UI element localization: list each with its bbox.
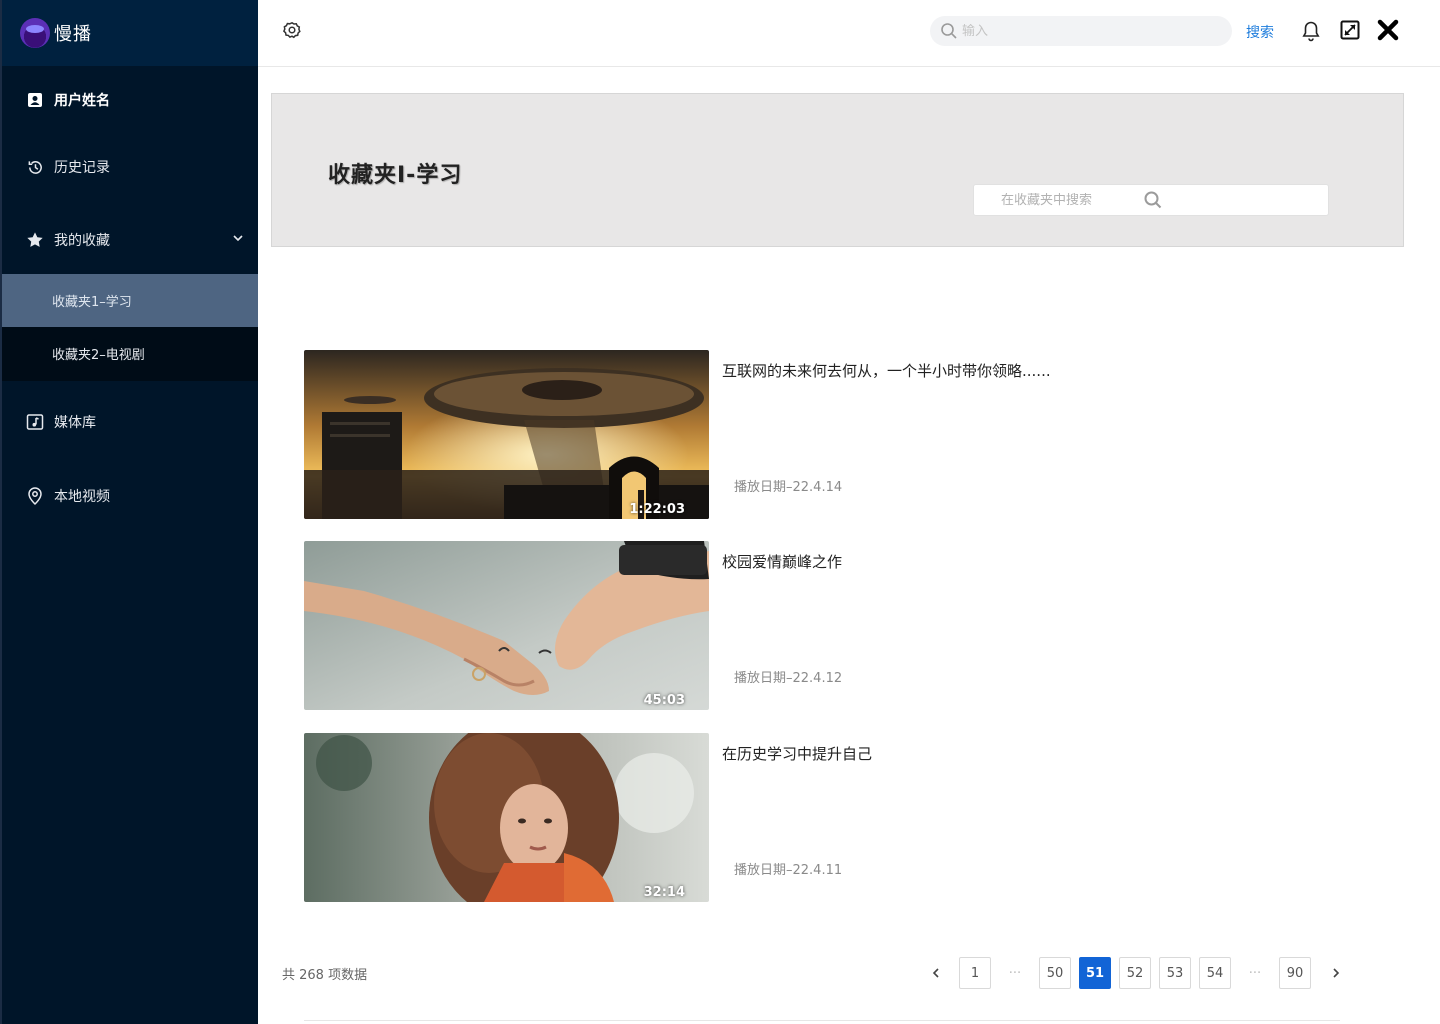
current-page-button[interactable]: 51 — [1079, 957, 1111, 989]
next-page-button[interactable] — [1320, 957, 1352, 989]
video-duration: 45:03 — [643, 693, 685, 708]
folder-banner: 收藏夹I-学习 — [271, 93, 1404, 247]
sidebar-item-label: 媒体库 — [54, 415, 96, 431]
video-thumbnail[interactable]: 32:14 — [304, 733, 709, 902]
video-duration: 32:14 — [643, 885, 685, 900]
user-card-icon — [26, 91, 44, 109]
sidebar-item-local[interactable]: 本地视频 — [2, 476, 258, 516]
page-button[interactable]: 53 — [1159, 957, 1191, 989]
search-icon[interactable] — [1143, 190, 1163, 210]
video-play-date: 播放日期–22.4.14 — [734, 480, 843, 495]
sidebar-subitem-favorites-1[interactable]: 收藏夹1–学习 — [2, 274, 258, 327]
total-count: 共 268 项数据 — [282, 968, 368, 983]
chevron-down-icon[interactable] — [232, 232, 244, 248]
video-duration: 1:22:03 — [629, 502, 685, 517]
star-icon — [26, 231, 44, 249]
global-search — [930, 16, 1232, 46]
video-title[interactable]: 互联网的未来何去何从，一个半小时带你领略...... — [722, 360, 1051, 381]
sidebar-item-label: 本地视频 — [54, 489, 110, 505]
sidebar-item-library[interactable]: 媒体库 — [2, 402, 258, 442]
history-icon — [26, 158, 44, 176]
page-button[interactable]: 1 — [959, 957, 991, 989]
music-note-icon — [26, 413, 44, 431]
video-title[interactable]: 校园爱情巅峰之作 — [722, 551, 842, 572]
sidebar-item-favorites[interactable]: 我的收藏 — [2, 220, 258, 260]
favorites-submenu: 收藏夹1–学习 收藏夹2–电视剧 — [2, 274, 258, 381]
close-icon[interactable] — [1376, 18, 1402, 44]
bell-icon[interactable] — [1301, 20, 1323, 42]
location-pin-icon — [26, 487, 44, 505]
page-button[interactable]: 90 — [1279, 957, 1311, 989]
app-logo-icon — [20, 18, 50, 48]
page-ellipsis[interactable]: ··· — [999, 957, 1031, 989]
video-play-date: 播放日期–22.4.12 — [734, 671, 843, 686]
folder-search — [973, 184, 1329, 216]
page-button[interactable]: 52 — [1119, 957, 1151, 989]
search-button[interactable]: 搜索 — [1246, 22, 1274, 42]
search-icon — [940, 22, 958, 40]
sidebar-item-user[interactable]: 用户姓名 — [2, 80, 258, 120]
list-item[interactable]: 1:22:03 互联网的未来何去何从，一个半小时带你领略...... 播放日期–… — [304, 350, 1304, 519]
sidebar-item-label: 历史记录 — [54, 160, 110, 176]
video-title[interactable]: 在历史学习中提升自己 — [722, 743, 872, 764]
pagination: 1 ··· 50 51 52 53 54 ··· 90 — [920, 957, 1352, 989]
sidebar-item-history[interactable]: 历史记录 — [2, 147, 258, 187]
sidebar-subitem-favorites-2[interactable]: 收藏夹2–电视剧 — [2, 327, 258, 380]
list-item[interactable]: 32:14 在历史学习中提升自己 播放日期–22.4.11 — [304, 733, 1304, 902]
page-ellipsis[interactable]: ··· — [1239, 957, 1271, 989]
settings-gear-icon[interactable] — [282, 21, 304, 43]
brand[interactable]: 慢播 — [2, 0, 258, 66]
video-play-date: 播放日期–22.4.11 — [734, 863, 843, 878]
page-button[interactable]: 50 — [1039, 957, 1071, 989]
video-thumbnail[interactable]: 1:22:03 — [304, 350, 709, 519]
divider — [304, 1020, 1340, 1021]
video-thumbnail[interactable]: 45:03 — [304, 541, 709, 710]
app-name: 慢播 — [54, 24, 92, 45]
list-item[interactable]: 45:03 校园爱情巅峰之作 播放日期–22.4.12 — [304, 541, 1304, 710]
top-bar: 搜索 — [258, 0, 1440, 67]
prev-page-button[interactable] — [920, 957, 952, 989]
page-button[interactable]: 54 — [1199, 957, 1231, 989]
search-input[interactable] — [962, 23, 1202, 39]
sidebar-item-label: 我的收藏 — [54, 233, 110, 249]
sidebar: 慢播 用户姓名 历史记录 我的收藏 收藏夹1–学习 收藏夹2–电视剧 媒体库 本… — [0, 0, 258, 1024]
folder-search-input[interactable] — [1001, 192, 1131, 208]
sidebar-item-label: 用户姓名 — [54, 93, 110, 109]
folder-title: 收藏夹I-学习 — [328, 163, 463, 188]
expand-window-icon[interactable] — [1340, 20, 1362, 42]
